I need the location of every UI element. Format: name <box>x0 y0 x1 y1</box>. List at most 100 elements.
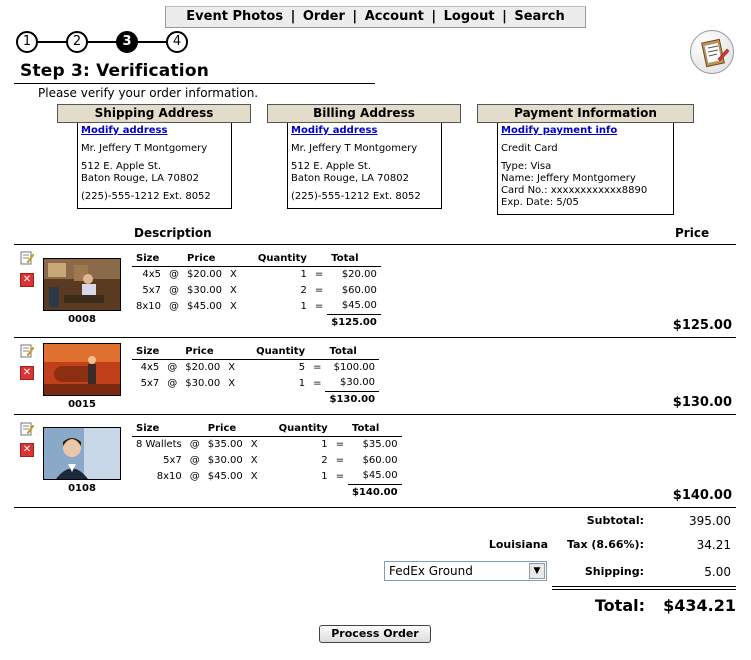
header-spacer <box>246 421 262 437</box>
total-header: Total <box>325 344 380 360</box>
payment-method: Credit Card <box>501 143 558 154</box>
subtotal-row: $130.00 <box>132 391 379 407</box>
at-sign: @ <box>167 361 178 373</box>
table-row: 4x5 @ $20.00 X 5 = $100.00 <box>132 359 379 375</box>
table-row: 8x10 @ $45.00 X 1 = $45.00 <box>132 468 402 485</box>
item-line-table: Size Price Quantity Total 4x5 @ $20.00 X… <box>132 251 381 330</box>
photo-id: 0015 <box>68 399 96 410</box>
table-row: 8 Wallets @ $35.00 X 1 = $35.00 <box>132 436 402 452</box>
nav-search[interactable]: Search <box>514 9 564 24</box>
times-sign: X <box>230 284 237 296</box>
header-divider <box>14 244 736 245</box>
quantity-cell: 2 <box>300 284 307 296</box>
unit-price-cell: $35.00 <box>207 438 243 450</box>
subtotal-row: $125.00 <box>132 314 381 330</box>
size-cell: 8x10 <box>136 300 162 312</box>
edit-icon[interactable] <box>20 422 35 439</box>
shipping-street: 512 E. Apple St. <box>81 161 162 172</box>
nav-event-photos[interactable]: Event Photos <box>186 9 283 24</box>
quantity-cell: 1 <box>300 268 307 280</box>
line-total-cell: $45.00 <box>327 298 381 315</box>
shipping-value: 5.00 <box>704 565 731 579</box>
subtotal-row: $140.00 <box>132 484 402 500</box>
step-1: 1 <box>16 31 38 53</box>
quantity-header: Quantity <box>261 421 332 437</box>
unit-price-cell: $20.00 <box>185 361 221 373</box>
quantity-cell: 5 <box>298 361 306 373</box>
item-divider <box>14 337 736 338</box>
process-order-button[interactable]: Process Order <box>319 625 431 643</box>
unit-price-cell: $30.00 <box>207 454 243 466</box>
quantity-cell: 1 <box>321 470 328 482</box>
billing-street: 512 E. Apple St. <box>291 161 372 172</box>
total-value: $434.21 <box>663 596 736 615</box>
line-total-cell: $100.00 <box>333 361 376 373</box>
delete-icon[interactable]: ✕ <box>20 366 34 380</box>
at-sign: @ <box>189 470 200 482</box>
quantity-header: Quantity <box>239 344 310 360</box>
nav-account[interactable]: Account <box>365 9 424 24</box>
delete-icon[interactable]: ✕ <box>20 443 34 457</box>
tax-value: 34.21 <box>696 538 731 552</box>
equals-sign: = <box>314 300 324 312</box>
size-cell: 5x7 <box>140 377 160 389</box>
shipping-method-value: FedEx Ground <box>389 564 473 578</box>
equals-sign: = <box>335 454 345 466</box>
tax-state: Louisiana <box>488 538 548 551</box>
photo-thumbnail[interactable] <box>43 343 121 396</box>
total-header: Total <box>348 421 402 437</box>
total-header: Total <box>327 251 381 267</box>
quantity-cell: 2 <box>321 454 328 466</box>
unit-price-cell: $20.00 <box>187 268 223 280</box>
nav-separator: | <box>502 9 507 24</box>
top-nav: Event Photos | Order | Account | Logout … <box>165 6 586 28</box>
delete-icon[interactable]: ✕ <box>20 273 34 287</box>
line-total-cell: $45.00 <box>348 468 402 485</box>
total-label: Total: <box>594 596 645 615</box>
equals-sign: = <box>313 377 322 389</box>
nav-separator: | <box>431 9 437 24</box>
header-spacer <box>163 344 182 360</box>
equals-sign: = <box>335 438 345 450</box>
subtotal-spacer <box>132 484 348 500</box>
photo-id: 0108 <box>68 483 96 494</box>
nav-order[interactable]: Order <box>303 9 345 24</box>
modify-billing-address-link[interactable]: Modify address <box>291 125 377 136</box>
item-price: $130.00 <box>672 395 732 410</box>
photo-thumbnail[interactable] <box>43 427 121 480</box>
unit-price-cell: $45.00 <box>187 300 223 312</box>
shipping-address-box: Modify address Mr. Jeffery T Montgomery … <box>77 123 232 209</box>
billing-address-heading: Billing Address <box>267 104 461 123</box>
payment-card-name: Name: Jeffery Montgomery <box>501 173 636 184</box>
unit-price-cell: $30.00 <box>187 284 223 296</box>
equals-sign: = <box>314 284 324 296</box>
item-subtotal: $125.00 <box>331 316 377 328</box>
header-spacer <box>331 421 349 437</box>
modify-shipping-address-link[interactable]: Modify address <box>81 125 167 136</box>
instructions-text: Please verify your order information. <box>38 86 259 100</box>
at-sign: @ <box>189 438 200 450</box>
table-row: 5x7 @ $30.00 X 2 = $60.00 <box>132 282 381 298</box>
at-sign: @ <box>169 300 180 312</box>
quantity-cell: 1 <box>298 377 306 389</box>
shipping-method-select[interactable]: FedEx Ground ▼ <box>384 561 547 581</box>
at-sign: @ <box>169 268 180 280</box>
unit-price-cell: $30.00 <box>185 377 221 389</box>
edit-icon[interactable] <box>20 344 35 361</box>
step-connector <box>36 41 166 43</box>
size-header: Size <box>132 421 186 437</box>
item-price: $140.00 <box>672 488 732 503</box>
billing-city: Baton Rouge, LA 70802 <box>291 173 409 184</box>
modify-payment-info-link[interactable]: Modify payment info <box>501 125 617 136</box>
nav-logout[interactable]: Logout <box>444 9 495 24</box>
times-sign: X <box>228 361 236 373</box>
header-spacer <box>224 344 240 360</box>
photo-thumbnail[interactable] <box>43 258 121 311</box>
size-cell: 8x10 <box>156 470 182 482</box>
edit-icon[interactable] <box>20 251 35 268</box>
clipboard-icon[interactable] <box>690 30 734 74</box>
step-4: 4 <box>166 31 188 53</box>
equals-sign: = <box>314 268 324 280</box>
size-cell: 4x5 <box>140 361 160 373</box>
times-sign: X <box>250 470 258 482</box>
